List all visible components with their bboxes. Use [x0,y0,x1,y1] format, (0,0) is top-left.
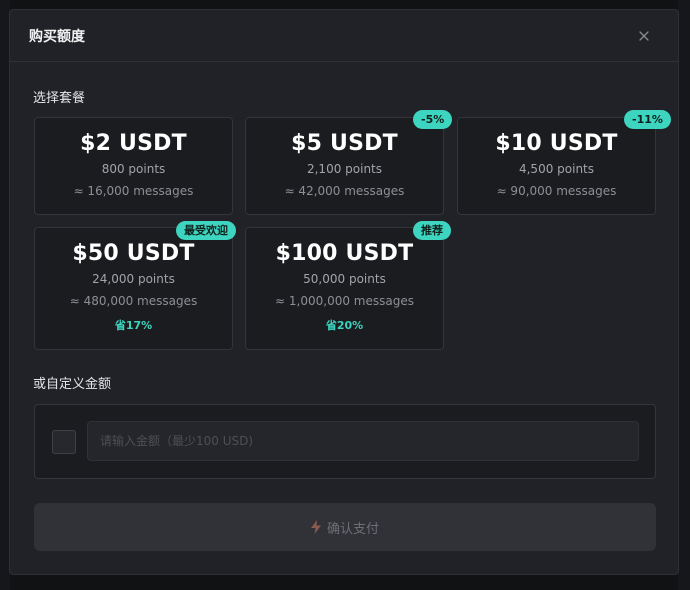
package-points: 2,100 points [306,162,383,176]
custom-amount-label: 或自定义金额 [33,377,112,392]
package-points: 24,000 points [92,272,175,286]
custom-amount-input[interactable] [87,421,639,461]
confirm-payment-button[interactable]: 确认支付 [34,503,656,551]
background-app-right [678,0,690,590]
confirm-payment-label: 确认支付 [326,521,379,537]
package-price: $50 USDT [72,241,195,266]
package-price: $5 USDT [291,131,398,156]
custom-amount-box [34,404,656,479]
package-messages: ≈ 1,000,000 messages [275,294,414,308]
package-card-2-usdt[interactable]: $2 USDT 800 points ≈ 16,000 messages [34,117,233,215]
package-points: 50,000 points [303,272,386,286]
package-price: $10 USDT [495,131,618,156]
lightning-icon [310,520,321,534]
modal-title: 购买额度 [29,28,85,45]
package-card-5-usdt[interactable]: $5 USDT 2,100 points ≈ 42,000 messages [245,117,444,215]
discount-badge: -11% [624,110,671,129]
modal-header: 购买额度 [10,10,678,62]
package-savings: 省17% [114,319,153,332]
package-messages: ≈ 42,000 messages [284,184,405,198]
package-messages: ≈ 480,000 messages [69,294,198,308]
most-popular-badge: 最受欢迎 [176,221,236,240]
package-points: 4,500 points [518,162,595,176]
discount-badge: -5% [413,110,453,129]
custom-amount-checkbox[interactable] [52,430,76,454]
package-messages: ≈ 90,000 messages [496,184,617,198]
package-price: $2 USDT [80,131,187,156]
package-card-10-usdt[interactable]: $10 USDT 4,500 points ≈ 90,000 messages [457,117,656,215]
package-card-50-usdt[interactable]: $50 USDT 24,000 points ≈ 480,000 message… [34,227,233,350]
close-icon [639,30,649,41]
package-price: $100 USDT [275,241,414,266]
close-button[interactable] [634,26,654,46]
package-points: 800 points [101,162,166,176]
package-savings: 省20% [325,319,364,332]
recommended-badge: 推荐 [413,221,451,240]
package-messages: ≈ 16,000 messages [73,184,194,198]
package-card-100-usdt[interactable]: $100 USDT 50,000 points ≈ 1,000,000 mess… [245,227,444,350]
purchase-credits-modal: 购买额度 选择套餐 $2 USDT 800 points ≈ 16,000 me… [9,9,679,575]
packages-section-label: 选择套餐 [33,91,86,106]
